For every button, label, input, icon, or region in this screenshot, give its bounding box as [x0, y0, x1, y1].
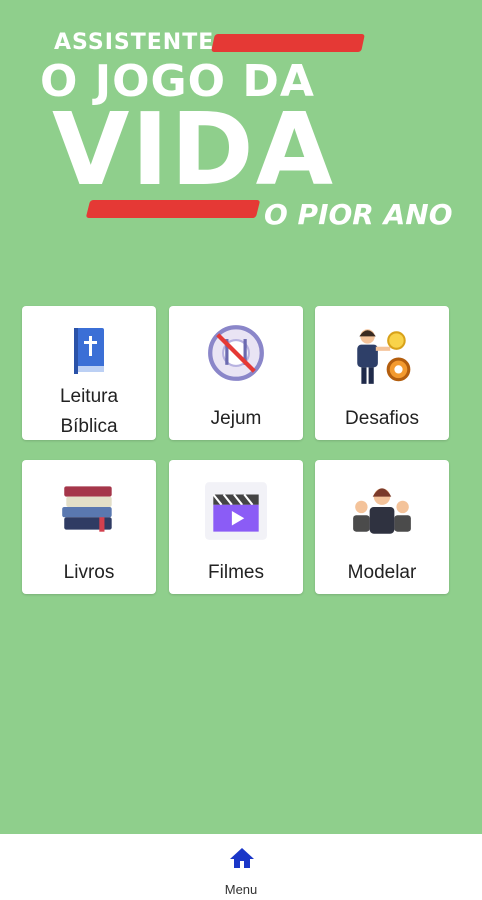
challenges-icon [357, 329, 411, 384]
card-label: Jejum [210, 408, 262, 429]
no-food-icon [208, 325, 264, 381]
card-label: Leitura Bíblica [59, 386, 119, 437]
home-icon[interactable] [229, 846, 255, 870]
card-label: Filmes [208, 562, 264, 583]
card-label: Livros [63, 562, 115, 583]
mentor-icon [353, 488, 411, 534]
card-filmes[interactable]: Filmes [169, 460, 303, 594]
card-modelar[interactable]: Modelar [315, 460, 449, 594]
bottom-nav: Menu [0, 834, 482, 900]
logo-line-vida: VIDA [52, 91, 335, 208]
books-icon [62, 486, 112, 532]
card-desafios[interactable]: Desafios [315, 306, 449, 440]
clapperboard-icon [205, 482, 267, 540]
card-leitura-biblica[interactable]: Leitura Bíblica [22, 306, 156, 440]
card-livros[interactable]: Livros [22, 460, 156, 594]
card-jejum[interactable]: Jejum [169, 306, 303, 440]
logo-red-stripe [211, 34, 365, 52]
logo-red-stripe [85, 200, 261, 218]
app-logo: ASSISTENTE O JOGO DA VIDA O PIOR ANO [30, 24, 460, 244]
nav-menu-label[interactable]: Menu [0, 882, 482, 897]
logo-line-pior-ano: O PIOR ANO [264, 198, 453, 231]
card-label: Desafios [345, 408, 419, 429]
card-label: Modelar [347, 562, 417, 583]
logo-line-assistente: ASSISTENTE [54, 30, 215, 55]
bible-icon [74, 328, 104, 374]
app-background: ASSISTENTE O JOGO DA VIDA O PIOR ANO Lei… [0, 0, 482, 834]
